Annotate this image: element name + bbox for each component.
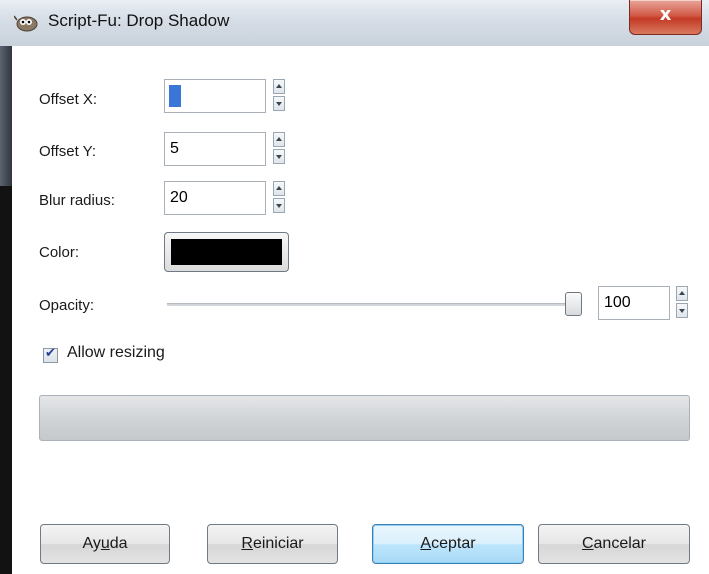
opacity-input[interactable] [604,289,664,317]
offset-x-increment-icon[interactable] [273,79,285,94]
offset-x-input[interactable] [170,82,260,110]
offset-y-field[interactable] [164,132,266,166]
blur-radius-input[interactable] [170,184,260,212]
blur-radius-field[interactable] [164,181,266,215]
color-label: Color: [39,244,80,261]
dialog-content: Offset X: Offset Y: Blur radius: Color: … [12,46,709,574]
offset-x-decrement-icon[interactable] [273,96,285,111]
offset-x-label: Offset X: [39,91,98,108]
reset-button[interactable]: Reiniciar [207,524,338,564]
allow-resizing-checkbox[interactable] [43,346,58,363]
blur-radius-label: Blur radius: [39,192,115,209]
blur-radius-spinner[interactable] [273,181,285,214]
color-swatch [171,239,282,265]
title-bar: Script-Fu: Drop Shadow x [0,0,709,46]
offset-y-decrement-icon[interactable] [273,149,285,164]
blur-radius-increment-icon[interactable] [273,181,285,196]
offset-y-input[interactable] [170,135,260,163]
offset-y-spinner[interactable] [273,132,285,165]
selection-highlight [169,85,181,107]
opacity-spinner[interactable] [676,286,688,319]
offset-x-spinner[interactable] [273,79,285,112]
opacity-increment-icon[interactable] [676,286,688,301]
offset-y-increment-icon[interactable] [273,132,285,147]
window-title: Script-Fu: Drop Shadow [48,11,230,30]
opacity-label: Opacity: [39,297,95,314]
gimp-wilber-icon [14,15,38,32]
allow-resizing-label[interactable]: Allow resizing [67,344,165,362]
opacity-decrement-icon[interactable] [676,303,688,318]
offset-x-field[interactable] [164,79,266,113]
blur-radius-decrement-icon[interactable] [273,198,285,213]
help-button[interactable]: Ayuda [40,524,170,564]
ok-button[interactable]: Aceptar [372,524,524,564]
opacity-field[interactable] [598,286,670,320]
opacity-slider-track[interactable] [167,303,577,306]
opacity-slider-handle[interactable] [565,292,582,316]
window-left-edge [0,46,12,574]
offset-y-label: Offset Y: [39,143,96,160]
cancel-button[interactable]: Cancelar [538,524,690,564]
progress-bar [39,395,690,441]
color-picker-button[interactable] [164,232,289,272]
close-button[interactable]: x [629,0,702,35]
